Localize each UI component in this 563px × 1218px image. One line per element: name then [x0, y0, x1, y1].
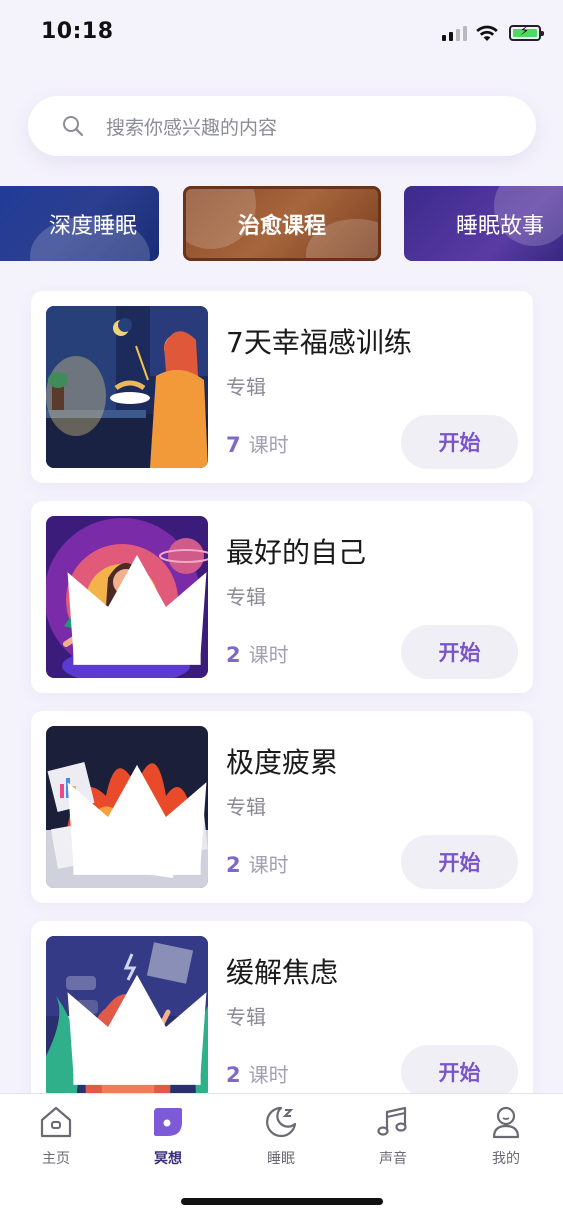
tab-meditation[interactable]: 冥想 — [123, 1104, 213, 1174]
profile-icon — [492, 1106, 520, 1139]
tab-profile[interactable]: 我的 — [461, 1104, 551, 1174]
lesson-unit: 课时 — [248, 853, 289, 877]
home-icon — [40, 1106, 72, 1138]
course-title: 极度疲累 — [226, 746, 339, 779]
tab-label: 睡眠 — [267, 1151, 295, 1167]
home-indicator[interactable] — [181, 1198, 383, 1205]
course-type: 专辑 — [226, 585, 266, 609]
category-healing-course[interactable]: 治愈课程 — [183, 186, 381, 261]
wifi-icon — [476, 25, 498, 41]
lesson-count-value: 2 — [226, 853, 241, 877]
course-cover-image — [46, 936, 208, 1098]
category-carousel[interactable]: 深度睡眠 治愈课程 睡眠故事 — [0, 186, 563, 262]
lesson-count: 2 课时 — [226, 639, 289, 668]
start-button[interactable]: 开始 — [401, 625, 518, 679]
moon-icon — [266, 1106, 297, 1138]
meditation-screen: 10:18 ⚡ 搜索你感兴趣的内容 深度睡眠 治愈课程 睡眠故事 7天幸福感训练… — [0, 0, 563, 1218]
tab-home[interactable]: 主页 — [11, 1104, 101, 1174]
course-cover-image — [46, 726, 208, 888]
tab-label: 声音 — [379, 1151, 407, 1167]
lesson-unit: 课时 — [248, 643, 289, 667]
tab-label: 冥想 — [154, 1151, 182, 1167]
category-label: 睡眠故事 — [456, 213, 545, 239]
crown-icon — [67, 554, 207, 665]
meditation-icon — [154, 1108, 182, 1136]
battery-charging-icon: ⚡ — [509, 24, 544, 41]
course-cover-image — [46, 516, 208, 678]
tab-label: 我的 — [492, 1151, 520, 1167]
cellular-signal-icon — [442, 25, 467, 41]
start-button[interactable]: 开始 — [401, 415, 518, 469]
course-card[interactable]: 7天幸福感训练 专辑 7 课时 开始 — [31, 291, 533, 483]
category-sleep-story[interactable]: 睡眠故事 — [404, 186, 563, 261]
category-label: 治愈课程 — [237, 213, 326, 239]
tab-label: 主页 — [42, 1151, 70, 1167]
course-cover-image — [46, 306, 208, 468]
lesson-count-value: 2 — [226, 643, 241, 667]
course-type: 专辑 — [226, 375, 266, 399]
category-deep-sleep[interactable]: 深度睡眠 — [0, 186, 159, 261]
course-card[interactable]: 最好的自己 专辑 2 课时 开始 — [31, 501, 533, 693]
lesson-unit: 课时 — [248, 433, 289, 457]
course-title: 7天幸福感训练 — [226, 326, 412, 359]
search-bar[interactable]: 搜索你感兴趣的内容 — [28, 96, 536, 156]
search-icon — [63, 116, 84, 137]
lesson-count-value: 7 — [226, 433, 241, 457]
course-title: 最好的自己 — [226, 536, 367, 569]
tab-sound[interactable]: 声音 — [348, 1104, 438, 1174]
music-note-icon — [377, 1106, 407, 1136]
status-icons: ⚡ — [442, 24, 544, 42]
start-button[interactable]: 开始 — [401, 1045, 518, 1099]
start-button[interactable]: 开始 — [401, 835, 518, 889]
course-type: 专辑 — [226, 795, 266, 819]
course-card[interactable]: 极度疲累 专辑 2 课时 开始 — [31, 711, 533, 903]
lesson-count: 2 课时 — [226, 1059, 289, 1088]
tab-sleep[interactable]: 睡眠 — [236, 1104, 326, 1174]
course-title: 缓解焦虑 — [226, 956, 339, 989]
course-type: 专辑 — [226, 1005, 266, 1029]
lesson-count-value: 2 — [226, 1063, 241, 1087]
search-placeholder: 搜索你感兴趣的内容 — [106, 116, 278, 139]
category-label: 深度睡眠 — [48, 213, 137, 239]
crown-icon — [67, 764, 207, 875]
course-card[interactable]: 缓解焦虑 专辑 2 课时 开始 — [31, 921, 533, 1113]
crown-icon — [67, 974, 207, 1085]
status-bar: 10:18 ⚡ — [0, 0, 563, 70]
status-time: 10:18 — [41, 19, 114, 44]
lesson-count: 2 课时 — [226, 849, 289, 878]
lesson-count: 7 课时 — [226, 429, 289, 458]
lesson-unit: 课时 — [248, 1063, 289, 1087]
